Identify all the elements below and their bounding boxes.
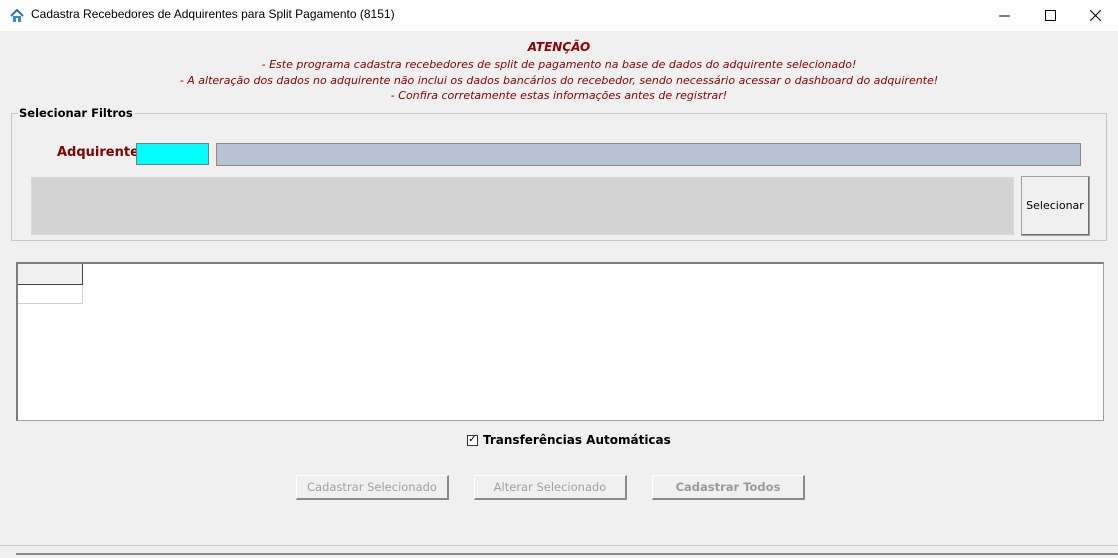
attention-line: - Confira corretamente estas informações…	[390, 89, 728, 102]
check-mark-icon: ✓	[468, 434, 477, 445]
maximize-icon	[1044, 10, 1056, 21]
attention-line: - A alteração dos dados no adquirente nã…	[179, 74, 939, 87]
register-selected-label: Cadastrar Selecionado	[307, 480, 437, 494]
adquirente-code-input[interactable]	[136, 143, 209, 165]
grid-cell[interactable]	[18, 285, 83, 304]
register-all-button[interactable]: Cadastrar Todos	[652, 475, 805, 500]
register-all-label: Cadastrar Todos	[675, 480, 781, 494]
app-house-icon	[10, 8, 24, 22]
divider	[0, 545, 1118, 546]
attention-title: ATENÇÃO	[527, 40, 591, 54]
change-selected-button[interactable]: Alterar Selecionado	[474, 475, 627, 500]
title-bar: Cadastra Recebedores de Adquirentes para…	[0, 0, 1118, 31]
window-title: Cadastra Recebedores de Adquirentes para…	[31, 7, 395, 21]
close-icon	[1089, 10, 1101, 21]
filter-panel	[31, 177, 1014, 235]
adquirente-label: Adquirente	[57, 145, 139, 160]
close-button[interactable]	[1072, 0, 1118, 31]
maximize-button[interactable]	[1027, 0, 1073, 31]
filters-legend: Selecionar Filtros	[18, 106, 135, 120]
grid-header-cell[interactable]	[18, 264, 83, 285]
change-selected-label: Alterar Selecionado	[493, 480, 607, 494]
auto-transfer-label[interactable]: Transferências Automáticas	[483, 433, 671, 447]
auto-transfer-option[interactable]: ✓ Transferências Automáticas	[467, 433, 671, 447]
register-selected-button[interactable]: Cadastrar Selecionado	[296, 475, 449, 500]
adquirente-name-field	[216, 143, 1081, 166]
receivers-grid[interactable]	[16, 262, 1104, 421]
select-button-label: Selecionar	[1026, 199, 1084, 212]
minimize-button[interactable]	[981, 0, 1027, 31]
status-strip	[16, 553, 1118, 555]
attention-line: - Este programa cadastra recebedores de …	[261, 58, 857, 71]
select-button[interactable]: Selecionar	[1021, 176, 1090, 236]
auto-transfer-checkbox[interactable]: ✓	[467, 434, 478, 446]
minimize-icon	[998, 15, 1010, 17]
